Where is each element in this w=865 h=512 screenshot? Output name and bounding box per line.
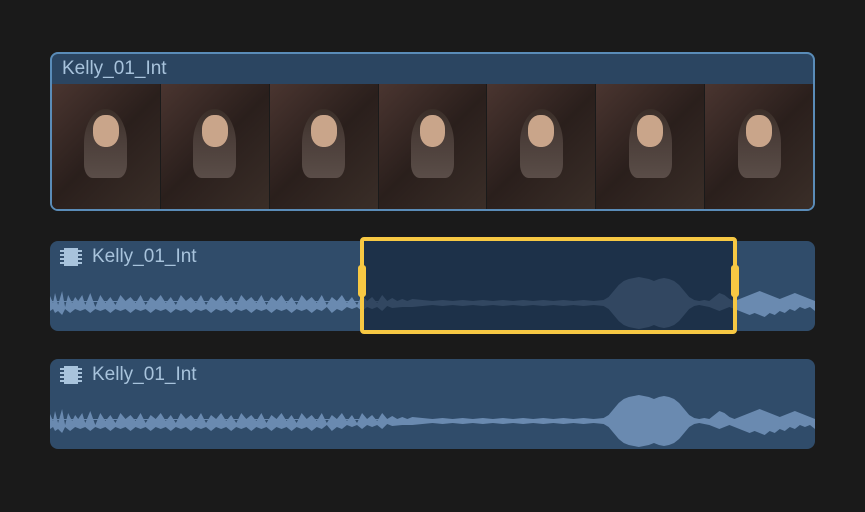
audio-clip-header: Kelly_01_Int	[50, 359, 815, 388]
audio-clip-header: Kelly_01_Int	[50, 241, 815, 270]
audio-clip[interactable]: Kelly_01_Int	[50, 241, 815, 331]
audio-clip-title: Kelly_01_Int	[92, 246, 197, 268]
video-clip-title: Kelly_01_Int	[62, 58, 167, 80]
video-clip-header: Kelly_01_Int	[52, 54, 813, 84]
audio-waveform[interactable]	[50, 389, 815, 449]
audio-waveform[interactable]	[50, 271, 815, 331]
video-filmstrip[interactable]	[52, 84, 813, 209]
filmstrip-icon	[60, 248, 82, 266]
audio-clip-title: Kelly_01_Int	[92, 364, 197, 386]
audio-clip[interactable]: Kelly_01_Int	[50, 359, 815, 449]
video-clip[interactable]: Kelly_01_Int	[50, 52, 815, 211]
video-frame	[705, 84, 813, 209]
video-frame	[161, 84, 269, 209]
video-frame	[52, 84, 160, 209]
video-frame	[487, 84, 595, 209]
waveform-center-line	[50, 419, 815, 420]
filmstrip-icon	[60, 366, 82, 384]
video-frame	[270, 84, 378, 209]
waveform-center-line	[50, 301, 815, 302]
video-frame	[596, 84, 704, 209]
video-frame	[379, 84, 487, 209]
